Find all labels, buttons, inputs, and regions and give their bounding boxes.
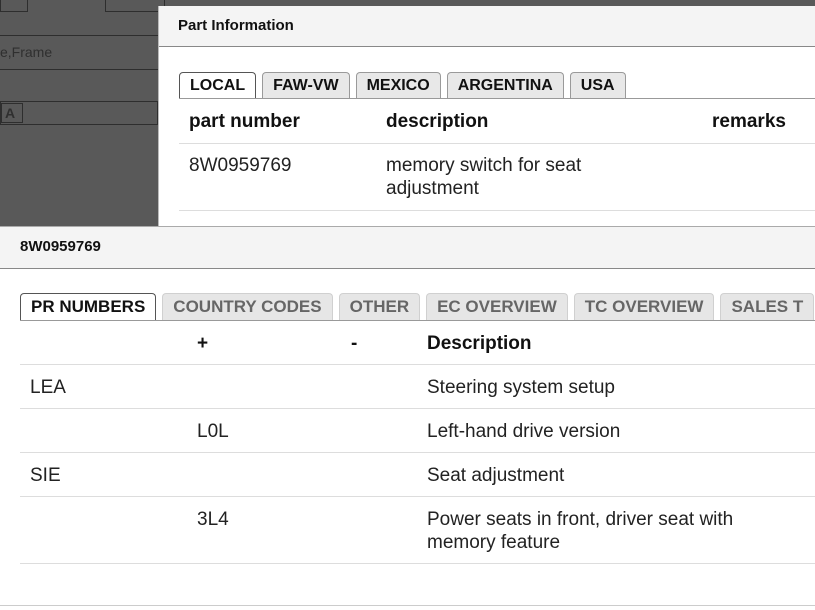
tab-pr-numbers[interactable]: PR NUMBERS — [20, 293, 157, 320]
tab-argentina[interactable]: ARGENTINA — [446, 72, 564, 99]
column-header-remarks[interactable]: remarks — [712, 110, 786, 133]
description-cell-line2: memory feature — [427, 532, 561, 553]
tab-local[interactable]: LOCAL — [179, 72, 257, 99]
pr-table: + - Description LEA Steering system setu… — [20, 321, 815, 564]
plus-cell: L0L — [197, 421, 229, 442]
background-field-text: e,Frame — [0, 44, 53, 60]
tab-sales[interactable]: SALES T — [720, 293, 815, 320]
tab-tc-overview[interactable]: TC OVERVIEW — [573, 293, 715, 320]
background-tab — [105, 0, 165, 12]
column-header-minus[interactable]: - — [351, 332, 357, 355]
tab-mexico[interactable]: MEXICO — [355, 72, 441, 99]
description-cell: Steering system setup — [427, 377, 615, 398]
background-field — [0, 101, 158, 125]
part-table: part number description remarks 8W095976… — [179, 99, 815, 211]
divider — [0, 69, 158, 70]
divider — [0, 605, 815, 606]
tab-other[interactable]: OTHER — [338, 293, 421, 320]
description-cell: Seat adjustment — [427, 465, 565, 486]
part-information-dialog: Part Information LOCAL FAW-VW MEXICO ARG… — [158, 6, 815, 246]
dialog-title: 8W0959769 — [0, 227, 815, 269]
tab-ec-overview[interactable]: EC OVERVIEW — [426, 293, 568, 320]
table-row[interactable]: L0L Left-hand drive version — [20, 409, 815, 453]
table-row[interactable]: 3L4 Power seats in front, driver seat wi… — [20, 497, 815, 564]
description-cell: Left-hand drive version — [427, 421, 621, 442]
pr-numbers-dialog: 8W0959769 PR NUMBERS COUNTRY CODES OTHER… — [0, 226, 815, 610]
background-tab — [0, 0, 28, 12]
column-header-plus[interactable]: + — [197, 332, 208, 355]
description-cell: memory switch for seat — [386, 155, 582, 176]
description-cell: Power seats in front, driver seat with — [427, 509, 734, 530]
column-header-part-number[interactable]: part number — [189, 110, 300, 133]
tab-usa[interactable]: USA — [569, 72, 626, 99]
divider — [0, 35, 158, 36]
family-cell: SIE — [30, 465, 61, 486]
table-header: + - Description — [20, 321, 815, 365]
table-row[interactable]: LEA Steering system setup — [20, 365, 815, 409]
table-header: part number description remarks — [179, 99, 815, 144]
part-tabs: LOCAL FAW-VW MEXICO ARGENTINA USA — [179, 72, 626, 99]
table-row[interactable]: 8W0959769 memory switch for seat adjustm… — [179, 144, 815, 211]
font-icon: A — [1, 103, 23, 123]
plus-cell: 3L4 — [197, 509, 229, 530]
pr-tabs: PR NUMBERS COUNTRY CODES OTHER EC OVERVI… — [20, 293, 815, 320]
tab-country-codes[interactable]: COUNTRY CODES — [162, 293, 333, 320]
dialog-title: Part Information — [159, 6, 815, 47]
column-header-description[interactable]: description — [386, 110, 488, 133]
table-row[interactable]: SIE Seat adjustment — [20, 453, 815, 497]
description-cell-line2: adjustment — [386, 178, 479, 199]
family-cell: LEA — [30, 377, 66, 398]
column-header-description[interactable]: Description — [427, 332, 532, 355]
part-number-cell: 8W0959769 — [189, 155, 292, 176]
tab-faw-vw[interactable]: FAW-VW — [262, 72, 350, 99]
